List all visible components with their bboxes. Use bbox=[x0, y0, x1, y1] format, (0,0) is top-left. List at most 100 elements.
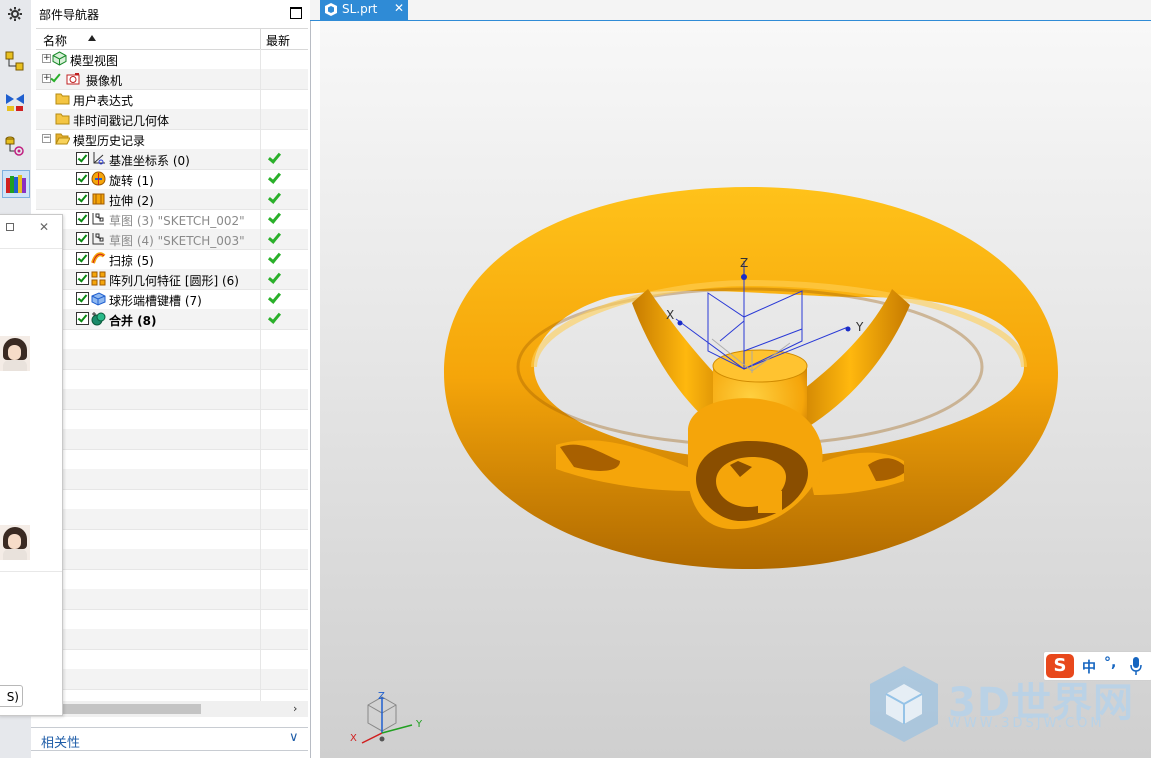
graphics-viewport[interactable]: Z X Y Z X Y bbox=[320, 21, 1151, 758]
avatar[interactable] bbox=[0, 525, 30, 560]
settings-gear-icon[interactable] bbox=[2, 1, 28, 27]
suppress-checkbox[interactable] bbox=[76, 152, 89, 165]
up-to-date-check-icon bbox=[267, 172, 278, 183]
csys-x-label: X bbox=[666, 308, 674, 322]
empty-tree-row bbox=[36, 649, 308, 670]
chevron-down-icon[interactable]: ∨ bbox=[289, 730, 299, 745]
tree-expander-icon[interactable]: + bbox=[42, 54, 51, 63]
empty-tree-row bbox=[36, 429, 308, 450]
tab-label: SL.prt bbox=[342, 2, 378, 16]
suppress-checkbox[interactable] bbox=[76, 232, 89, 245]
part-navigator-panel: 部件导航器 名称 最新 + 模型视图 + 摄像机用户表达式非时间戳记几何体 − 模型历史记… bbox=[31, 0, 311, 758]
sogou-logo-icon[interactable]: S bbox=[1046, 654, 1074, 678]
up-to-date-check-icon bbox=[267, 212, 278, 223]
empty-tree-row bbox=[36, 509, 308, 530]
part-file-icon bbox=[325, 3, 337, 16]
tree-row[interactable]: 合并 (8) bbox=[36, 309, 308, 330]
empty-tree-row bbox=[36, 589, 308, 610]
tree-row[interactable]: 球形端槽键槽 (7) bbox=[36, 289, 308, 310]
tree-row[interactable]: + 模型视图 bbox=[36, 49, 308, 70]
scroll-right-arrow-icon[interactable]: › bbox=[293, 702, 297, 715]
tree-row[interactable]: 用户表达式 bbox=[36, 89, 308, 110]
suppress-checkbox[interactable] bbox=[76, 252, 89, 265]
up-to-date-check-icon bbox=[267, 152, 278, 163]
handwheel-model[interactable]: Z X Y bbox=[320, 21, 1151, 758]
up-to-date-check-icon bbox=[267, 232, 278, 243]
part-navigator-icon[interactable] bbox=[2, 133, 28, 159]
tree-item-label: 旋转 (1) bbox=[109, 174, 154, 188]
view-triad[interactable]: Z X Y bbox=[348, 689, 432, 747]
up-to-date-check-icon bbox=[267, 272, 278, 283]
tree-item-label: 非时间戳记几何体 bbox=[73, 114, 170, 128]
constraint-navigator-icon[interactable] bbox=[2, 89, 28, 115]
empty-tree-row bbox=[36, 449, 308, 470]
tree-row[interactable]: 基准坐标系 (0) bbox=[36, 149, 308, 170]
divider bbox=[0, 571, 62, 572]
empty-tree-row bbox=[36, 409, 308, 430]
microphone-icon[interactable] bbox=[1130, 657, 1142, 675]
suppress-checkbox[interactable] bbox=[76, 272, 89, 285]
empty-tree-row bbox=[36, 389, 308, 410]
maximize-icon[interactable] bbox=[290, 7, 302, 19]
tree-row[interactable]: 草图 (3) "SKETCH_002" bbox=[36, 209, 308, 230]
up-to-date-check-icon bbox=[267, 192, 278, 203]
scrollbar-thumb[interactable] bbox=[61, 704, 201, 714]
tree-row[interactable]: 旋转 (1) bbox=[36, 169, 308, 190]
column-name-header[interactable]: 名称 bbox=[43, 32, 67, 49]
dependencies-panel[interactable]: 相关性 ∨ bbox=[31, 727, 308, 751]
empty-tree-row bbox=[36, 669, 308, 690]
close-icon[interactable]: ✕ bbox=[39, 220, 49, 234]
ime-toolbar[interactable]: S 中 °, bbox=[1043, 651, 1151, 681]
suppress-checkbox[interactable] bbox=[76, 212, 89, 225]
csys-y-label: Y bbox=[855, 320, 864, 334]
up-to-date-check-icon bbox=[267, 312, 278, 323]
column-latest-header[interactable]: 最新 bbox=[266, 32, 290, 49]
column-header: 名称 最新 bbox=[36, 28, 308, 50]
tab-sl-prt[interactable]: SL.prt ✕ bbox=[320, 0, 408, 20]
popup-send-button[interactable]: S) bbox=[0, 685, 23, 707]
suppress-checkbox[interactable] bbox=[76, 312, 89, 325]
document-tab-bar: SL.prt ✕ bbox=[310, 0, 1151, 21]
tree-row[interactable]: 非时间戳记几何体 bbox=[36, 109, 308, 130]
empty-tree-row bbox=[36, 489, 308, 510]
tree-row[interactable]: 拉伸 (2) bbox=[36, 189, 308, 210]
triad-y-label: Y bbox=[415, 719, 423, 730]
avatar[interactable] bbox=[0, 336, 30, 371]
tree-item-label: 合并 (8) bbox=[109, 314, 157, 328]
minimize-icon[interactable] bbox=[6, 223, 14, 231]
tree-item-label: 草图 (3) "SKETCH_002" bbox=[109, 214, 245, 228]
tree-item-label: 阵列几何特征 [圆形] (6) bbox=[109, 274, 239, 288]
tree-item-label: 用户表达式 bbox=[73, 94, 134, 108]
tree-item-label: 基准坐标系 (0) bbox=[109, 154, 190, 168]
up-to-date-check-icon bbox=[267, 252, 278, 263]
tree-row[interactable]: 阵列几何特征 [圆形] (6) bbox=[36, 269, 308, 290]
ime-punctuation-toggle[interactable]: °, bbox=[1104, 655, 1116, 671]
empty-tree-row bbox=[36, 549, 308, 570]
tree-row[interactable]: − 模型历史记录 bbox=[36, 129, 308, 150]
column-divider[interactable] bbox=[260, 29, 261, 49]
assembly-navigator-icon[interactable] bbox=[2, 48, 28, 74]
horizontal-scrollbar[interactable]: › bbox=[31, 701, 308, 717]
empty-tree-row bbox=[36, 369, 308, 390]
empty-tree-row bbox=[36, 529, 308, 550]
tree-row[interactable]: + 摄像机 bbox=[36, 69, 308, 90]
tree-row[interactable]: 扫掠 (5) bbox=[36, 249, 308, 270]
navigator-header: 部件导航器 bbox=[31, 0, 310, 26]
up-to-date-check-icon bbox=[267, 292, 278, 303]
dependencies-label[interactable]: 相关性 bbox=[41, 732, 80, 751]
triad-z-label: Z bbox=[378, 691, 385, 702]
suppress-checkbox[interactable] bbox=[76, 292, 89, 305]
chat-popup: ✕ S) bbox=[0, 214, 63, 716]
navigator-title: 部件导航器 bbox=[39, 8, 100, 22]
tree-row[interactable]: 草图 (4) "SKETCH_003" bbox=[36, 229, 308, 250]
visible-check-icon[interactable] bbox=[50, 71, 61, 83]
sort-ascending-icon[interactable] bbox=[88, 35, 96, 41]
tab-close-icon[interactable]: ✕ bbox=[394, 1, 404, 15]
tree-item-label: 球形端槽键槽 (7) bbox=[109, 294, 202, 308]
tree-expander-icon[interactable]: − bbox=[42, 134, 51, 143]
divider bbox=[0, 248, 62, 249]
suppress-checkbox[interactable] bbox=[76, 172, 89, 185]
suppress-checkbox[interactable] bbox=[76, 192, 89, 205]
reuse-library-icon[interactable] bbox=[2, 170, 30, 198]
ime-language-toggle[interactable]: 中 bbox=[1082, 657, 1096, 677]
